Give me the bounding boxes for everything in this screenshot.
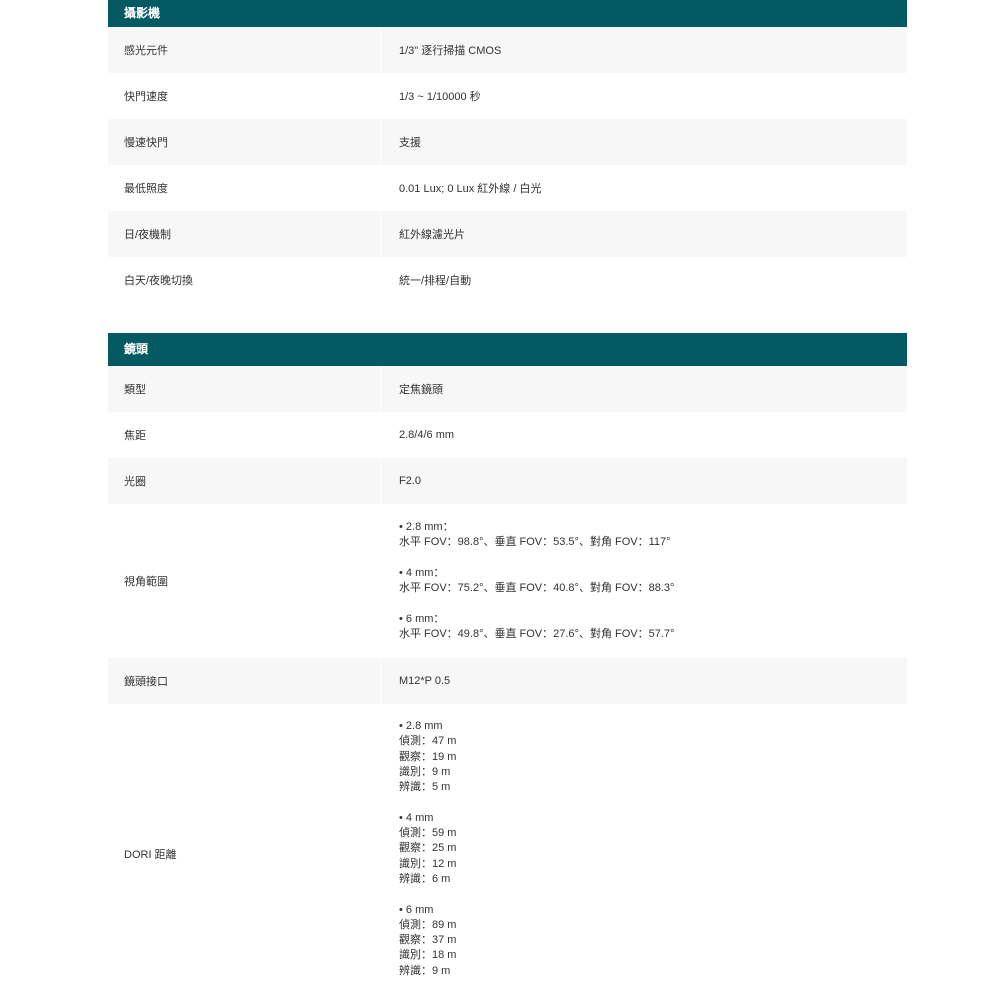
- camera-section: 攝影機 感光元件 1/3" 逐行掃描 CMOS 快門速度 1/3 ~ 1/100…: [108, 0, 907, 303]
- fov-line: • 2.8 mm：: [399, 520, 454, 533]
- spec-label: 類型: [124, 384, 146, 396]
- spec-value: M12*P 0.5: [380, 658, 907, 704]
- spec-value: 1/3 ~ 1/10000 秒: [380, 73, 907, 119]
- lens-section: 鏡頭 類型 定焦鏡頭 焦距 2.8/4/6 mm 光圈 F2.0 視角範圍 • …: [108, 333, 907, 1004]
- dori-line: • 2.8 mm: [399, 720, 443, 732]
- table-row-dori: DORI 距離 • 2.8 mm 偵測：47 m 觀察：19 m 識別：9 m …: [108, 704, 907, 1004]
- dori-line: 偵測：47 m: [399, 735, 457, 748]
- dori-line: 辨識：6 m: [399, 872, 451, 885]
- spec-label: 白天/夜晚切換: [124, 275, 194, 287]
- dori-line: • 4 mm: [399, 811, 434, 824]
- dori-spacer: [399, 887, 907, 902]
- table-row-fov: 視角範圍 • 2.8 mm： 水平 FOV：98.8°、垂直 FOV：53.5°…: [108, 504, 907, 658]
- dori-line: 觀察：25 m: [399, 842, 457, 855]
- dori-spacer: [399, 795, 907, 810]
- fov-line: • 6 mm：: [399, 612, 445, 625]
- fov-spacer: [399, 596, 907, 611]
- fov-line: • 4 mm：: [399, 566, 445, 579]
- table-row: 快門速度 1/3 ~ 1/10000 秒: [108, 73, 907, 119]
- spec-label: 視角範圍: [124, 576, 168, 588]
- spec-label: 光圈: [124, 476, 146, 488]
- fov-spacer: [399, 550, 907, 565]
- dori-line: 識別：12 m: [399, 857, 457, 870]
- spec-label: 快門速度: [124, 91, 168, 103]
- camera-spec-table: 感光元件 1/3" 逐行掃描 CMOS 快門速度 1/3 ~ 1/10000 秒…: [108, 27, 907, 303]
- spec-label: 最低照度: [124, 183, 168, 195]
- spec-value: 0.01 Lux; 0 Lux 紅外線 / 白光: [380, 165, 907, 211]
- dori-line: 辨識：9 m: [399, 964, 451, 977]
- spec-value: 1/3" 逐行掃描 CMOS: [380, 27, 907, 73]
- dori-line: 偵測：89 m: [399, 918, 457, 931]
- dori-line: 觀察：37 m: [399, 934, 457, 947]
- table-row: 最低照度 0.01 Lux; 0 Lux 紅外線 / 白光: [108, 165, 907, 211]
- spec-value: 紅外線濾光片: [380, 211, 907, 257]
- dori-line: 識別：9 m: [399, 765, 451, 778]
- spec-value: 支援: [380, 119, 907, 165]
- lens-section-header: 鏡頭: [108, 333, 907, 366]
- fov-line: 水平 FOV：75.2°、垂直 FOV：40.8°、對角 FOV：88.3°: [399, 582, 675, 594]
- table-row: 光圈 F2.0: [108, 458, 907, 504]
- spec-value: 統一/排程/自動: [380, 257, 907, 303]
- camera-section-header: 攝影機: [108, 0, 907, 27]
- table-row: 焦距 2.8/4/6 mm: [108, 412, 907, 458]
- spec-label: 日/夜機制: [124, 229, 172, 241]
- dori-line: 偵測：59 m: [399, 827, 457, 840]
- dori-line: • 6 mm: [399, 903, 434, 916]
- dori-value-list: • 2.8 mm 偵測：47 m 觀察：19 m 識別：9 m 辨識：5 m •…: [380, 704, 907, 980]
- dori-line: 辨識：5 m: [399, 781, 451, 794]
- spec-value: F2.0: [380, 458, 907, 504]
- table-row: 鏡頭接口 M12*P 0.5: [108, 658, 907, 704]
- fov-line: 水平 FOV：98.8°、垂直 FOV：53.5°、對角 FOV：117°: [399, 536, 671, 549]
- table-row: 類型 定焦鏡頭: [108, 366, 907, 412]
- table-row: 慢速快門 支援: [108, 119, 907, 165]
- spec-label: DORI 距離: [124, 849, 177, 861]
- dori-line: 識別：18 m: [399, 949, 457, 962]
- spec-label: 鏡頭接口: [124, 676, 168, 688]
- spec-label: 慢速快門: [124, 137, 168, 149]
- spec-value: 2.8/4/6 mm: [380, 412, 907, 458]
- table-row: 日/夜機制 紅外線濾光片: [108, 211, 907, 257]
- fov-line: 水平 FOV：49.8°、垂直 FOV：27.6°、對角 FOV：57.7°: [399, 627, 675, 640]
- spec-label: 焦距: [124, 430, 146, 442]
- table-row: 白天/夜晚切換 統一/排程/自動: [108, 257, 907, 303]
- table-row: 感光元件 1/3" 逐行掃描 CMOS: [108, 27, 907, 73]
- lens-spec-table: 類型 定焦鏡頭 焦距 2.8/4/6 mm 光圈 F2.0 視角範圍 • 2.8…: [108, 366, 907, 1004]
- spec-label: 感光元件: [124, 45, 168, 57]
- fov-value-list: • 2.8 mm： 水平 FOV：98.8°、垂直 FOV：53.5°、對角 F…: [380, 504, 907, 658]
- spec-value: 定焦鏡頭: [380, 366, 907, 412]
- dori-line: 觀察：19 m: [399, 750, 457, 763]
